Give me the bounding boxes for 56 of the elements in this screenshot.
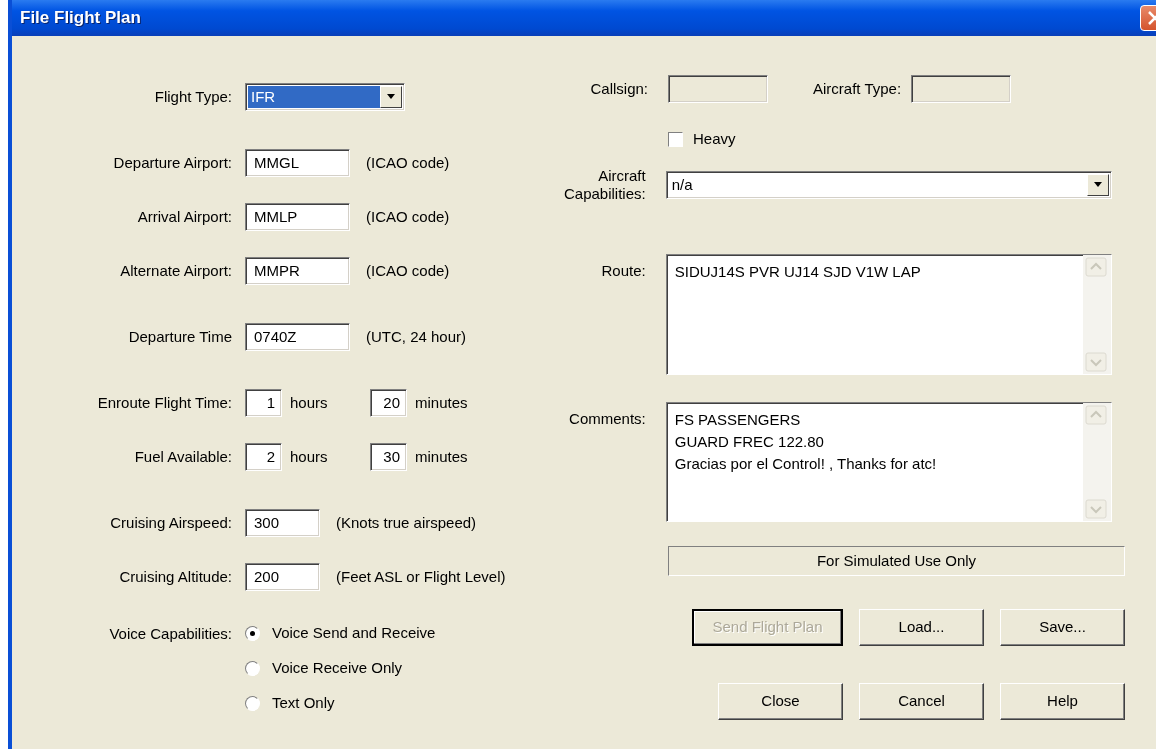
field-label: Callsign: bbox=[589, 80, 648, 98]
field-label: Route: bbox=[600, 261, 646, 281]
dropdown-arrow-icon bbox=[386, 94, 396, 100]
hint-text: (Feet ASL or Flight Level) bbox=[336, 566, 506, 587]
field-label: Cruising Altitude: bbox=[118, 566, 232, 587]
dialog-button[interactable]: Close bbox=[718, 683, 843, 720]
dialog-button[interactable]: Help bbox=[1000, 683, 1125, 720]
field-label: Aircraft Capabilities: bbox=[563, 167, 646, 203]
route-field[interactable]: SIDUJ14S PVR UJ14 SJD V1W LAP bbox=[665, 254, 1112, 375]
radio-label[interactable]: Text Only bbox=[272, 692, 335, 715]
checkbox-label[interactable]: Heavy bbox=[693, 127, 736, 151]
dialog-button[interactable]: Cancel bbox=[859, 683, 984, 720]
dropdown-arrow-icon bbox=[1093, 182, 1103, 188]
hint-text: (UTC, 24 hour) bbox=[366, 326, 467, 347]
dropdown[interactable]: IFR bbox=[245, 83, 405, 111]
radio-button[interactable] bbox=[245, 696, 260, 711]
field-label: Flight Type: bbox=[153, 86, 232, 107]
dialog-button[interactable]: Save... bbox=[1000, 609, 1125, 646]
field-label: Cruising Airspeed: bbox=[109, 512, 232, 533]
unit-label: minutes bbox=[415, 446, 468, 467]
number-field[interactable]: 1 bbox=[245, 389, 282, 417]
window-title: File Flight Plan bbox=[19, 7, 141, 30]
text-field[interactable]: 300 bbox=[245, 509, 320, 537]
field-label: Arrival Airport: bbox=[136, 206, 232, 227]
field-label: Alternate Airport: bbox=[119, 260, 232, 281]
text-field[interactable]: 200 bbox=[245, 563, 320, 591]
text-field[interactable]: MMPR bbox=[245, 257, 350, 285]
hint-text: (ICAO code) bbox=[366, 260, 450, 281]
field-label: Aircraft Type: bbox=[813, 78, 902, 99]
text-field[interactable]: MMLP bbox=[245, 203, 350, 231]
field-label: Fuel Available: bbox=[133, 446, 232, 467]
text-field[interactable]: MMGL bbox=[245, 149, 350, 177]
radio-button[interactable] bbox=[245, 626, 260, 641]
field-label: Departure Time bbox=[127, 326, 232, 347]
field-label: Enroute Flight Time: bbox=[96, 392, 232, 413]
number-field[interactable]: 30 bbox=[370, 443, 407, 471]
number-field[interactable]: 20 bbox=[370, 389, 407, 417]
comments-field[interactable]: FS PASSENGERS GUARD FREC 122.80 Gracias por el Control! , Thanks for atc! bbox=[665, 402, 1112, 522]
number-field[interactable]: 2 bbox=[245, 443, 282, 471]
unit-label: hours bbox=[290, 446, 329, 467]
text-field[interactable]: 0740Z bbox=[245, 323, 350, 351]
unit-label: minutes bbox=[415, 392, 468, 413]
field-label: Voice Capabilities: bbox=[108, 624, 232, 644]
radio-button[interactable] bbox=[245, 661, 260, 676]
hint-text: (ICAO code) bbox=[366, 152, 450, 173]
checkbox[interactable] bbox=[668, 131, 683, 147]
notice-banner: For Simulated Use Only bbox=[668, 546, 1125, 576]
dialog-button[interactable]: Load... bbox=[859, 609, 984, 646]
radio-label[interactable]: Voice Send and Receive bbox=[272, 622, 436, 645]
hint-text: (ICAO code) bbox=[366, 206, 450, 227]
field-label: Departure Airport: bbox=[112, 152, 232, 173]
unit-label: hours bbox=[290, 392, 329, 413]
radio-label[interactable]: Voice Receive Only bbox=[272, 657, 403, 680]
dropdown[interactable]: n/a bbox=[665, 171, 1112, 199]
field-label: Comments: bbox=[568, 409, 646, 429]
hint-text: (Knots true airspeed) bbox=[336, 512, 477, 533]
